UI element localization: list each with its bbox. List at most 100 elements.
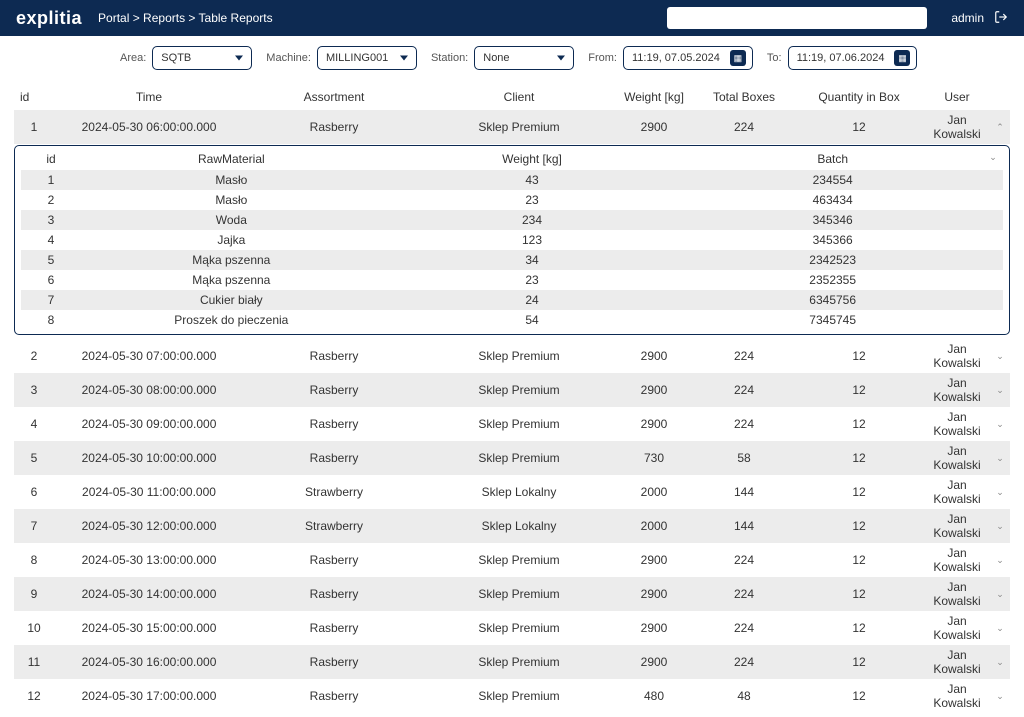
dcell-batch: 6345756: [682, 293, 983, 307]
chevron-down-icon[interactable]: ⌄: [990, 351, 1010, 362]
area-label: Area:: [120, 52, 146, 64]
chevron-down-icon[interactable]: ⌄: [990, 487, 1010, 498]
cell-id: 6: [14, 485, 54, 499]
cell-client: Sklep Premium: [424, 383, 614, 397]
col-assortment[interactable]: Assortment: [244, 88, 424, 106]
cell-weight: 2900: [614, 621, 694, 635]
table-row[interactable]: 9 2024-05-30 14:00:00.000 Rasberry Sklep…: [14, 577, 1010, 611]
detail-row[interactable]: 4 Jajka 123 345366: [21, 230, 1003, 250]
cell-qty: 12: [794, 417, 924, 431]
table-row[interactable]: 1 2024-05-30 06:00:00.000 Rasberry Sklep…: [14, 110, 1010, 144]
col-boxes[interactable]: Total Boxes: [694, 88, 794, 106]
col-weight[interactable]: Weight [kg]: [614, 88, 694, 106]
chevron-down-icon[interactable]: ⌄: [990, 453, 1010, 464]
table-row[interactable]: 11 2024-05-30 16:00:00.000 Rasberry Skle…: [14, 645, 1010, 679]
cell-time: 2024-05-30 06:00:00.000: [54, 120, 244, 134]
from-date-input[interactable]: 11:19, 07.05.2024 ▦: [623, 46, 753, 70]
dcol-id[interactable]: id: [21, 152, 81, 166]
col-time[interactable]: Time: [54, 88, 244, 106]
cell-user: Jan Kowalski: [924, 546, 990, 574]
dcell-raw: Mąka pszenna: [81, 253, 382, 267]
table-row[interactable]: 4 2024-05-30 09:00:00.000 Rasberry Sklep…: [14, 407, 1010, 441]
cell-weight: 2900: [614, 587, 694, 601]
cell-client: Sklep Premium: [424, 349, 614, 363]
cell-qty: 12: [794, 519, 924, 533]
table-row[interactable]: 3 2024-05-30 08:00:00.000 Rasberry Sklep…: [14, 373, 1010, 407]
dcol-raw[interactable]: RawMaterial: [81, 152, 382, 166]
chevron-down-icon[interactable]: ⌄: [990, 657, 1010, 668]
chevron-down-icon[interactable]: ⌄: [990, 521, 1010, 532]
cell-qty: 12: [794, 621, 924, 635]
cell-assortment: Rasberry: [244, 349, 424, 363]
cell-qty: 12: [794, 451, 924, 465]
cell-assortment: Strawberry: [244, 485, 424, 499]
table-row[interactable]: 10 2024-05-30 15:00:00.000 Rasberry Skle…: [14, 611, 1010, 645]
chevron-down-icon[interactable]: ⌄: [990, 623, 1010, 634]
cell-id: 1: [14, 120, 54, 134]
table-row[interactable]: 7 2024-05-30 12:00:00.000 Strawberry Skl…: [14, 509, 1010, 543]
cell-id: 7: [14, 519, 54, 533]
col-qty[interactable]: Quantity in Box: [794, 88, 924, 106]
chevron-down-icon[interactable]: ⌄: [990, 589, 1010, 600]
detail-row[interactable]: 2 Masło 23 463434: [21, 190, 1003, 210]
chevron-down-icon[interactable]: ⌄: [990, 419, 1010, 430]
table-row[interactable]: 2 2024-05-30 07:00:00.000 Rasberry Sklep…: [14, 339, 1010, 373]
chevron-up-icon[interactable]: ⌃: [990, 122, 1010, 133]
chevron-down-icon[interactable]: ⌄: [990, 691, 1010, 702]
filter-bar: Area: SQTB Machine: MILLING001 Station: …: [0, 36, 1024, 80]
dcell-raw: Proszek do pieczenia: [81, 313, 382, 327]
dcell-weight: 234: [382, 213, 683, 227]
cell-assortment: Rasberry: [244, 417, 424, 431]
table-header: id Time Assortment Client Weight [kg] To…: [14, 84, 1010, 110]
cell-weight: 2900: [614, 349, 694, 363]
chevron-down-icon[interactable]: ⌄: [983, 152, 1003, 166]
cell-boxes: 224: [694, 349, 794, 363]
dcell-batch: 2352355: [682, 273, 983, 287]
cell-client: Sklep Lokalny: [424, 485, 614, 499]
cell-boxes: 48: [694, 689, 794, 703]
cell-qty: 12: [794, 383, 924, 397]
table-row[interactable]: 5 2024-05-30 10:00:00.000 Rasberry Sklep…: [14, 441, 1010, 475]
station-select[interactable]: None: [474, 46, 574, 70]
detail-row[interactable]: 8 Proszek do pieczenia 54 7345745: [21, 310, 1003, 330]
cell-assortment: Rasberry: [244, 621, 424, 635]
dcell-raw: Mąka pszenna: [81, 273, 382, 287]
dcell-batch: 345366: [682, 233, 983, 247]
logout-icon[interactable]: [994, 10, 1008, 27]
dcell-raw: Masło: [81, 173, 382, 187]
search-input[interactable]: [667, 7, 927, 29]
chevron-down-icon[interactable]: ⌄: [990, 555, 1010, 566]
table-row[interactable]: 12 2024-05-30 17:00:00.000 Rasberry Skle…: [14, 679, 1010, 713]
cell-weight: 2900: [614, 383, 694, 397]
col-user[interactable]: User: [924, 88, 990, 106]
dcell-batch: 234554: [682, 173, 983, 187]
cell-user: Jan Kowalski: [924, 444, 990, 472]
cell-time: 2024-05-30 11:00:00.000: [54, 485, 244, 499]
to-date-input[interactable]: 11:19, 07.06.2024 ▦: [788, 46, 918, 70]
from-label: From:: [588, 52, 617, 64]
cell-client: Sklep Premium: [424, 587, 614, 601]
breadcrumb[interactable]: Portal > Reports > Table Reports: [98, 11, 667, 25]
cell-qty: 12: [794, 655, 924, 669]
table-row[interactable]: 6 2024-05-30 11:00:00.000 Strawberry Skl…: [14, 475, 1010, 509]
cell-time: 2024-05-30 10:00:00.000: [54, 451, 244, 465]
table-row[interactable]: 8 2024-05-30 13:00:00.000 Rasberry Sklep…: [14, 543, 1010, 577]
dcell-batch: 345346: [682, 213, 983, 227]
col-client[interactable]: Client: [424, 88, 614, 106]
detail-row[interactable]: 7 Cukier biały 24 6345756: [21, 290, 1003, 310]
cell-time: 2024-05-30 09:00:00.000: [54, 417, 244, 431]
cell-boxes: 224: [694, 120, 794, 134]
chevron-down-icon[interactable]: ⌄: [990, 385, 1010, 396]
dcol-weight[interactable]: Weight [kg]: [382, 152, 683, 166]
dcol-batch[interactable]: Batch: [682, 152, 983, 166]
machine-select[interactable]: MILLING001: [317, 46, 417, 70]
cell-user: Jan Kowalski: [924, 410, 990, 438]
detail-row[interactable]: 5 Mąka pszenna 34 2342523: [21, 250, 1003, 270]
area-select[interactable]: SQTB: [152, 46, 252, 70]
cell-id: 2: [14, 349, 54, 363]
detail-row[interactable]: 6 Mąka pszenna 23 2352355: [21, 270, 1003, 290]
cell-client: Sklep Premium: [424, 451, 614, 465]
detail-row[interactable]: 1 Masło 43 234554: [21, 170, 1003, 190]
col-id[interactable]: id: [14, 88, 54, 106]
detail-row[interactable]: 3 Woda 234 345346: [21, 210, 1003, 230]
